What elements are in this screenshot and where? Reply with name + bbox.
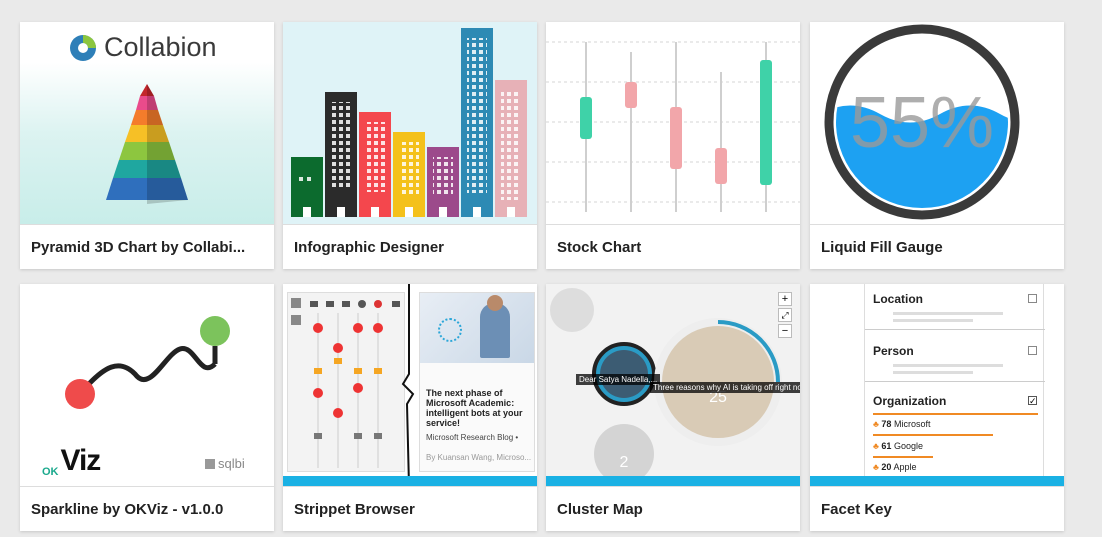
collabion-logo-icon (70, 34, 96, 61)
facet-organization-checkbox[interactable]: ✓ (1028, 396, 1037, 406)
zoom-out-button[interactable]: − (778, 324, 792, 338)
sparkline-thumbnail: OK Viz sqlbi (20, 284, 274, 486)
liquid-gauge-graphic: 55% (824, 24, 1020, 220)
facet-person-checkbox[interactable] (1028, 346, 1037, 355)
card-title: Facet Key (810, 486, 1064, 531)
strippet-grid-graphic (291, 298, 400, 468)
collabion-brand-text: Collabion (104, 32, 217, 62)
card-facet-key[interactable]: Location Person Organization ✓ ♣ 78 Micr… (810, 284, 1064, 531)
card-title: Stock Chart (546, 224, 800, 269)
pyramid-thumbnail: Collabion (20, 22, 274, 224)
okviz-ok-text: OK (42, 466, 59, 478)
cluster-color-strip (546, 476, 800, 486)
card-title: Cluster Map (546, 486, 800, 531)
card-title: Infographic Designer (283, 224, 537, 269)
okviz-viz-text: Viz (60, 444, 102, 477)
card-title: Sparkline by OKViz - v1.0.0 (20, 486, 274, 531)
zoom-controls: + ⤢ − (778, 292, 792, 338)
gauge-value-text: 55% (850, 83, 994, 163)
card-title: Pyramid 3D Chart by Collabi... (20, 224, 274, 269)
collabion-logo: Collabion (68, 32, 217, 63)
strippet-color-strip (283, 476, 537, 486)
article-title: The next phase of Microsoft Academic: in… (426, 388, 523, 428)
infographic-thumbnail (283, 22, 537, 224)
strippet-thumbnail: The next phase of Microsoft Academic: in… (283, 284, 537, 486)
strippet-divider-graphic (401, 284, 415, 486)
strippet-article-panel: The next phase of Microsoft Academic: in… (419, 292, 535, 472)
facet-person-label: Person (873, 344, 914, 358)
card-stock-chart[interactable]: Stock Chart (546, 22, 800, 269)
article-image (420, 293, 534, 363)
org-value-count: 61 (881, 441, 892, 451)
facet-location[interactable]: Location (865, 284, 1045, 330)
candlestick-graphic (546, 41, 800, 212)
facet-location-label: Location (873, 292, 923, 306)
sqlbi-text: sqlbi (218, 456, 245, 471)
org-value-row[interactable]: ♣ 20 Apple (873, 462, 916, 472)
org-value-row[interactable]: ♣ 61 Google (873, 441, 923, 451)
article-author: By Kuansan Wang, Microso... (426, 453, 532, 462)
card-infographic-designer[interactable]: Infographic Designer (283, 22, 537, 269)
org-value-name: Microsoft (893, 419, 931, 429)
gauge-thumbnail: 55% (810, 22, 1064, 224)
org-value-count: 20 (881, 462, 892, 472)
card-pyramid-3d-chart[interactable]: Collabion Pyramid 3D Chart by Collabi... (20, 22, 274, 269)
stock-chart-thumbnail (546, 22, 800, 224)
zoom-in-button[interactable]: + (778, 292, 792, 306)
city-buildings-graphic (291, 28, 527, 217)
article-source: Microsoft Research Blog • (426, 433, 519, 442)
card-strippet-browser[interactable]: The next phase of Microsoft Academic: in… (283, 284, 537, 531)
strippet-left-panel (287, 292, 405, 472)
cluster-map-thumbnail: 25 2 Dear Satya Nadella,... Three reason… (546, 284, 800, 486)
org-value-count: 78 (881, 419, 892, 429)
cluster-node-label-center: Three reasons why AI is taking off right… (650, 382, 800, 393)
facet-person[interactable]: Person (865, 336, 1045, 382)
visuals-gallery: { "cards": [ {"title": "Pyramid 3D Chart… (0, 0, 1102, 537)
org-value-name: Apple (893, 462, 917, 472)
facet-key-thumbnail: Location Person Organization ✓ ♣ 78 Micr… (810, 284, 1064, 486)
card-cluster-map[interactable]: 25 2 Dear Satya Nadella,... Three reason… (546, 284, 800, 531)
org-value-name: Google (893, 441, 923, 451)
pyramid-graphic (106, 84, 188, 204)
zoom-fit-button[interactable]: ⤢ (778, 308, 792, 322)
facet-organization-label: Organization (873, 394, 947, 408)
sqlbi-icon (205, 458, 215, 469)
cluster-node-label-left: Dear Satya Nadella,... (576, 374, 661, 385)
facet-panel: Location Person Organization ✓ ♣ 78 Micr… (864, 284, 1045, 486)
card-liquid-fill-gauge[interactable]: 55% Liquid Fill Gauge (810, 22, 1064, 269)
card-sparkline-okviz[interactable]: OK Viz sqlbi Sparkline by OKViz - v1.0.0 (20, 284, 274, 531)
cluster-bottom-count: 2 (620, 454, 629, 471)
facet-organization[interactable]: Organization ✓ ♣ 78 Microsoft ♣ 61 Googl… (865, 388, 1045, 486)
okviz-logo: OK Viz (42, 444, 102, 478)
facet-color-strip (810, 476, 1064, 486)
sqlbi-logo: sqlbi (205, 456, 245, 471)
card-title: Liquid Fill Gauge (810, 224, 1064, 269)
org-value-row[interactable]: ♣ 78 Microsoft (873, 419, 930, 429)
card-title: Strippet Browser (283, 486, 537, 531)
facet-location-checkbox[interactable] (1028, 294, 1037, 303)
